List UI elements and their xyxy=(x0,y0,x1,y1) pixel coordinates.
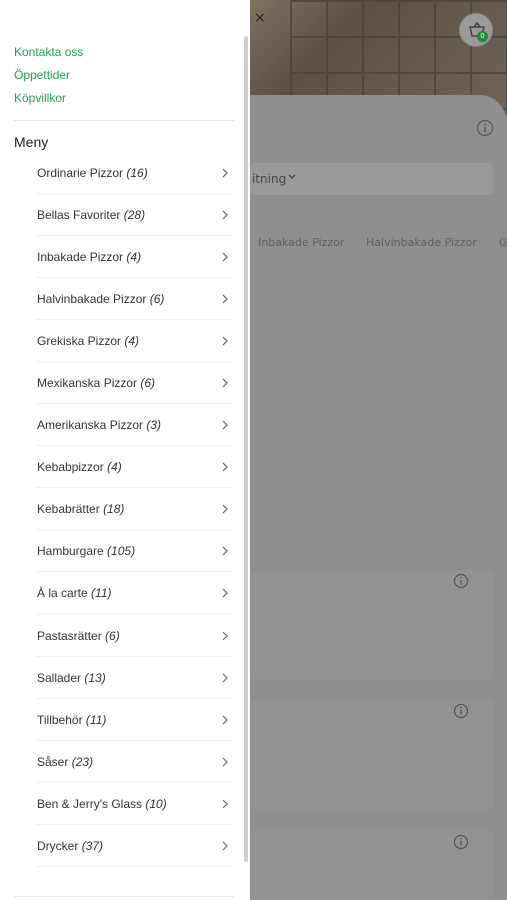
menu-item-label: Mexikanska Pizzor (6) xyxy=(37,376,156,391)
menu-item-count: (23) xyxy=(71,754,94,769)
menu-item-count: (28) xyxy=(123,208,146,223)
menu-item-kebabpizzor[interactable]: Kebabpizzor (4) xyxy=(0,446,244,489)
chevron-right-icon xyxy=(222,210,228,220)
menu-item-drycker[interactable]: Drycker (37) xyxy=(0,825,244,867)
info-icon[interactable] xyxy=(452,702,470,720)
menu-item-label: Inbakade Pizzor (4) xyxy=(37,250,142,265)
menu-item-kebabratter[interactable]: Kebabrätter (18) xyxy=(0,488,244,531)
menu-item-count: (6) xyxy=(149,292,165,307)
menu-item-label: Såser (23) xyxy=(37,754,94,769)
menu-item-count: (105) xyxy=(107,544,136,559)
menu-item-pastasratter[interactable]: Pastasrätter (6) xyxy=(0,615,244,657)
menu-item-mexikanska-pizzor[interactable]: Mexikanska Pizzor (6) xyxy=(0,362,244,405)
chevron-right-icon xyxy=(222,757,228,767)
category-select-label: itning xyxy=(252,172,287,186)
chevron-right-icon xyxy=(222,420,228,430)
link-kontakta-oss[interactable]: Kontakta oss xyxy=(14,45,83,59)
tab-partial[interactable]: G xyxy=(499,236,507,249)
menu-item-count: (11) xyxy=(85,712,107,727)
menu-item-count: (13) xyxy=(84,670,106,685)
drawer-scrollbar[interactable] xyxy=(244,36,248,862)
menu-item-count: (4) xyxy=(126,250,142,265)
menu-item-label: À la carte (11) xyxy=(37,586,112,601)
menu-item-sallader[interactable]: Sallader (13) xyxy=(0,657,244,699)
info-icon[interactable] xyxy=(452,572,470,590)
chevron-right-icon xyxy=(222,252,228,262)
menu-item-bellas-favoriter[interactable]: Bellas Favoriter (28) xyxy=(0,194,244,237)
info-icon[interactable] xyxy=(476,119,494,137)
menu-item-label: Bellas Favoriter (28) xyxy=(37,208,146,223)
info-icon[interactable] xyxy=(452,833,470,851)
chevron-right-icon xyxy=(222,631,228,640)
menu-item-count: (4) xyxy=(107,460,122,475)
chevron-right-icon xyxy=(222,546,228,556)
menu-item-grekiska-pizzor[interactable]: Grekiska Pizzor (4) xyxy=(0,320,244,363)
menu-item-label: Pastasrätter (6) xyxy=(37,628,120,643)
chevron-right-icon xyxy=(222,589,228,598)
menu-item-label: Halvinbakade Pizzor (6) xyxy=(37,292,165,307)
menu-item-count: (18) xyxy=(103,502,125,517)
divider xyxy=(14,896,234,897)
cart-button[interactable] xyxy=(459,13,493,47)
menu-item-hamburgare[interactable]: Hamburgare (105) xyxy=(0,530,244,573)
menu-item-ordinarie-pizzor[interactable]: Ordinarie Pizzor (16) xyxy=(0,152,244,195)
menu-item-a-la-carte[interactable]: À la carte (11) xyxy=(0,572,244,615)
menu-item-inbakade-pizzor[interactable]: Inbakade Pizzor (4) xyxy=(0,236,244,279)
link-oppettider[interactable]: Öppettider xyxy=(14,68,70,82)
chevron-right-icon xyxy=(222,799,228,809)
tab-inbakade-pizzor[interactable]: Inbakade Pizzor xyxy=(258,236,344,249)
menu-item-count: (4) xyxy=(124,334,140,349)
side-drawer: Kontakta oss Öppettider Köpvillkor Meny … xyxy=(0,0,250,900)
chevron-right-icon xyxy=(222,673,228,682)
close-icon[interactable]: × xyxy=(254,10,266,26)
chevron-right-icon xyxy=(222,715,228,725)
chevron-right-icon xyxy=(222,841,228,851)
menu-item-label: Amerikanska Pizzor (3) xyxy=(37,418,162,433)
chevron-right-icon xyxy=(222,336,228,346)
menu-item-label: Tillbehör (11) xyxy=(37,712,107,727)
menu-item-label: Drycker (37) xyxy=(37,838,104,853)
menu-item-halvinbakade-pizzor[interactable]: Halvinbakade Pizzor (6) xyxy=(0,278,244,321)
menu-item-label: Kebabrätter (18) xyxy=(37,502,125,517)
menu-item-label: Ordinarie Pizzor (16) xyxy=(37,166,148,180)
menu-item-count: (6) xyxy=(105,628,120,643)
link-kopvillkor[interactable]: Köpvillkor xyxy=(14,91,66,105)
chevron-right-icon xyxy=(222,378,228,388)
menu-list: Ordinarie Pizzor (16) Bellas Favoriter (… xyxy=(0,152,244,867)
menu-item-label: Hamburgare (105) xyxy=(37,544,136,559)
chevron-right-icon xyxy=(222,294,228,304)
menu-item-count: (3) xyxy=(146,418,162,433)
menu-item-count: (6) xyxy=(140,376,156,391)
chevron-right-icon xyxy=(222,504,228,514)
menu-item-label: Ben & Jerry's Glass (10) xyxy=(37,796,167,811)
menu-item-count: (10) xyxy=(145,796,167,811)
tab-halvinbakade-pizzor[interactable]: Halvinbakade Pizzor xyxy=(366,236,477,249)
menu-item-tillbehor[interactable]: Tillbehör (11) xyxy=(0,699,244,741)
menu-item-count: (37) xyxy=(81,838,104,853)
chevron-right-icon xyxy=(222,168,228,178)
menu-item-count: (16) xyxy=(126,166,148,180)
divider xyxy=(14,120,234,121)
cart-count-badge: 0 xyxy=(477,31,488,42)
menu-item-count: (11) xyxy=(91,586,112,601)
menu-item-amerikanska-pizzor[interactable]: Amerikanska Pizzor (3) xyxy=(0,404,244,447)
menu-heading: Meny xyxy=(14,134,49,150)
menu-item-label: Kebabpizzor (4) xyxy=(37,460,122,475)
menu-item-label: Sallader (13) xyxy=(37,670,106,685)
menu-item-saser[interactable]: Såser (23) xyxy=(0,741,244,783)
chevron-down-icon xyxy=(288,174,296,179)
menu-item-ben-jerrys-glass[interactable]: Ben & Jerry's Glass (10) xyxy=(0,783,244,825)
menu-item-label: Grekiska Pizzor (4) xyxy=(37,334,140,349)
chevron-right-icon xyxy=(222,462,228,472)
